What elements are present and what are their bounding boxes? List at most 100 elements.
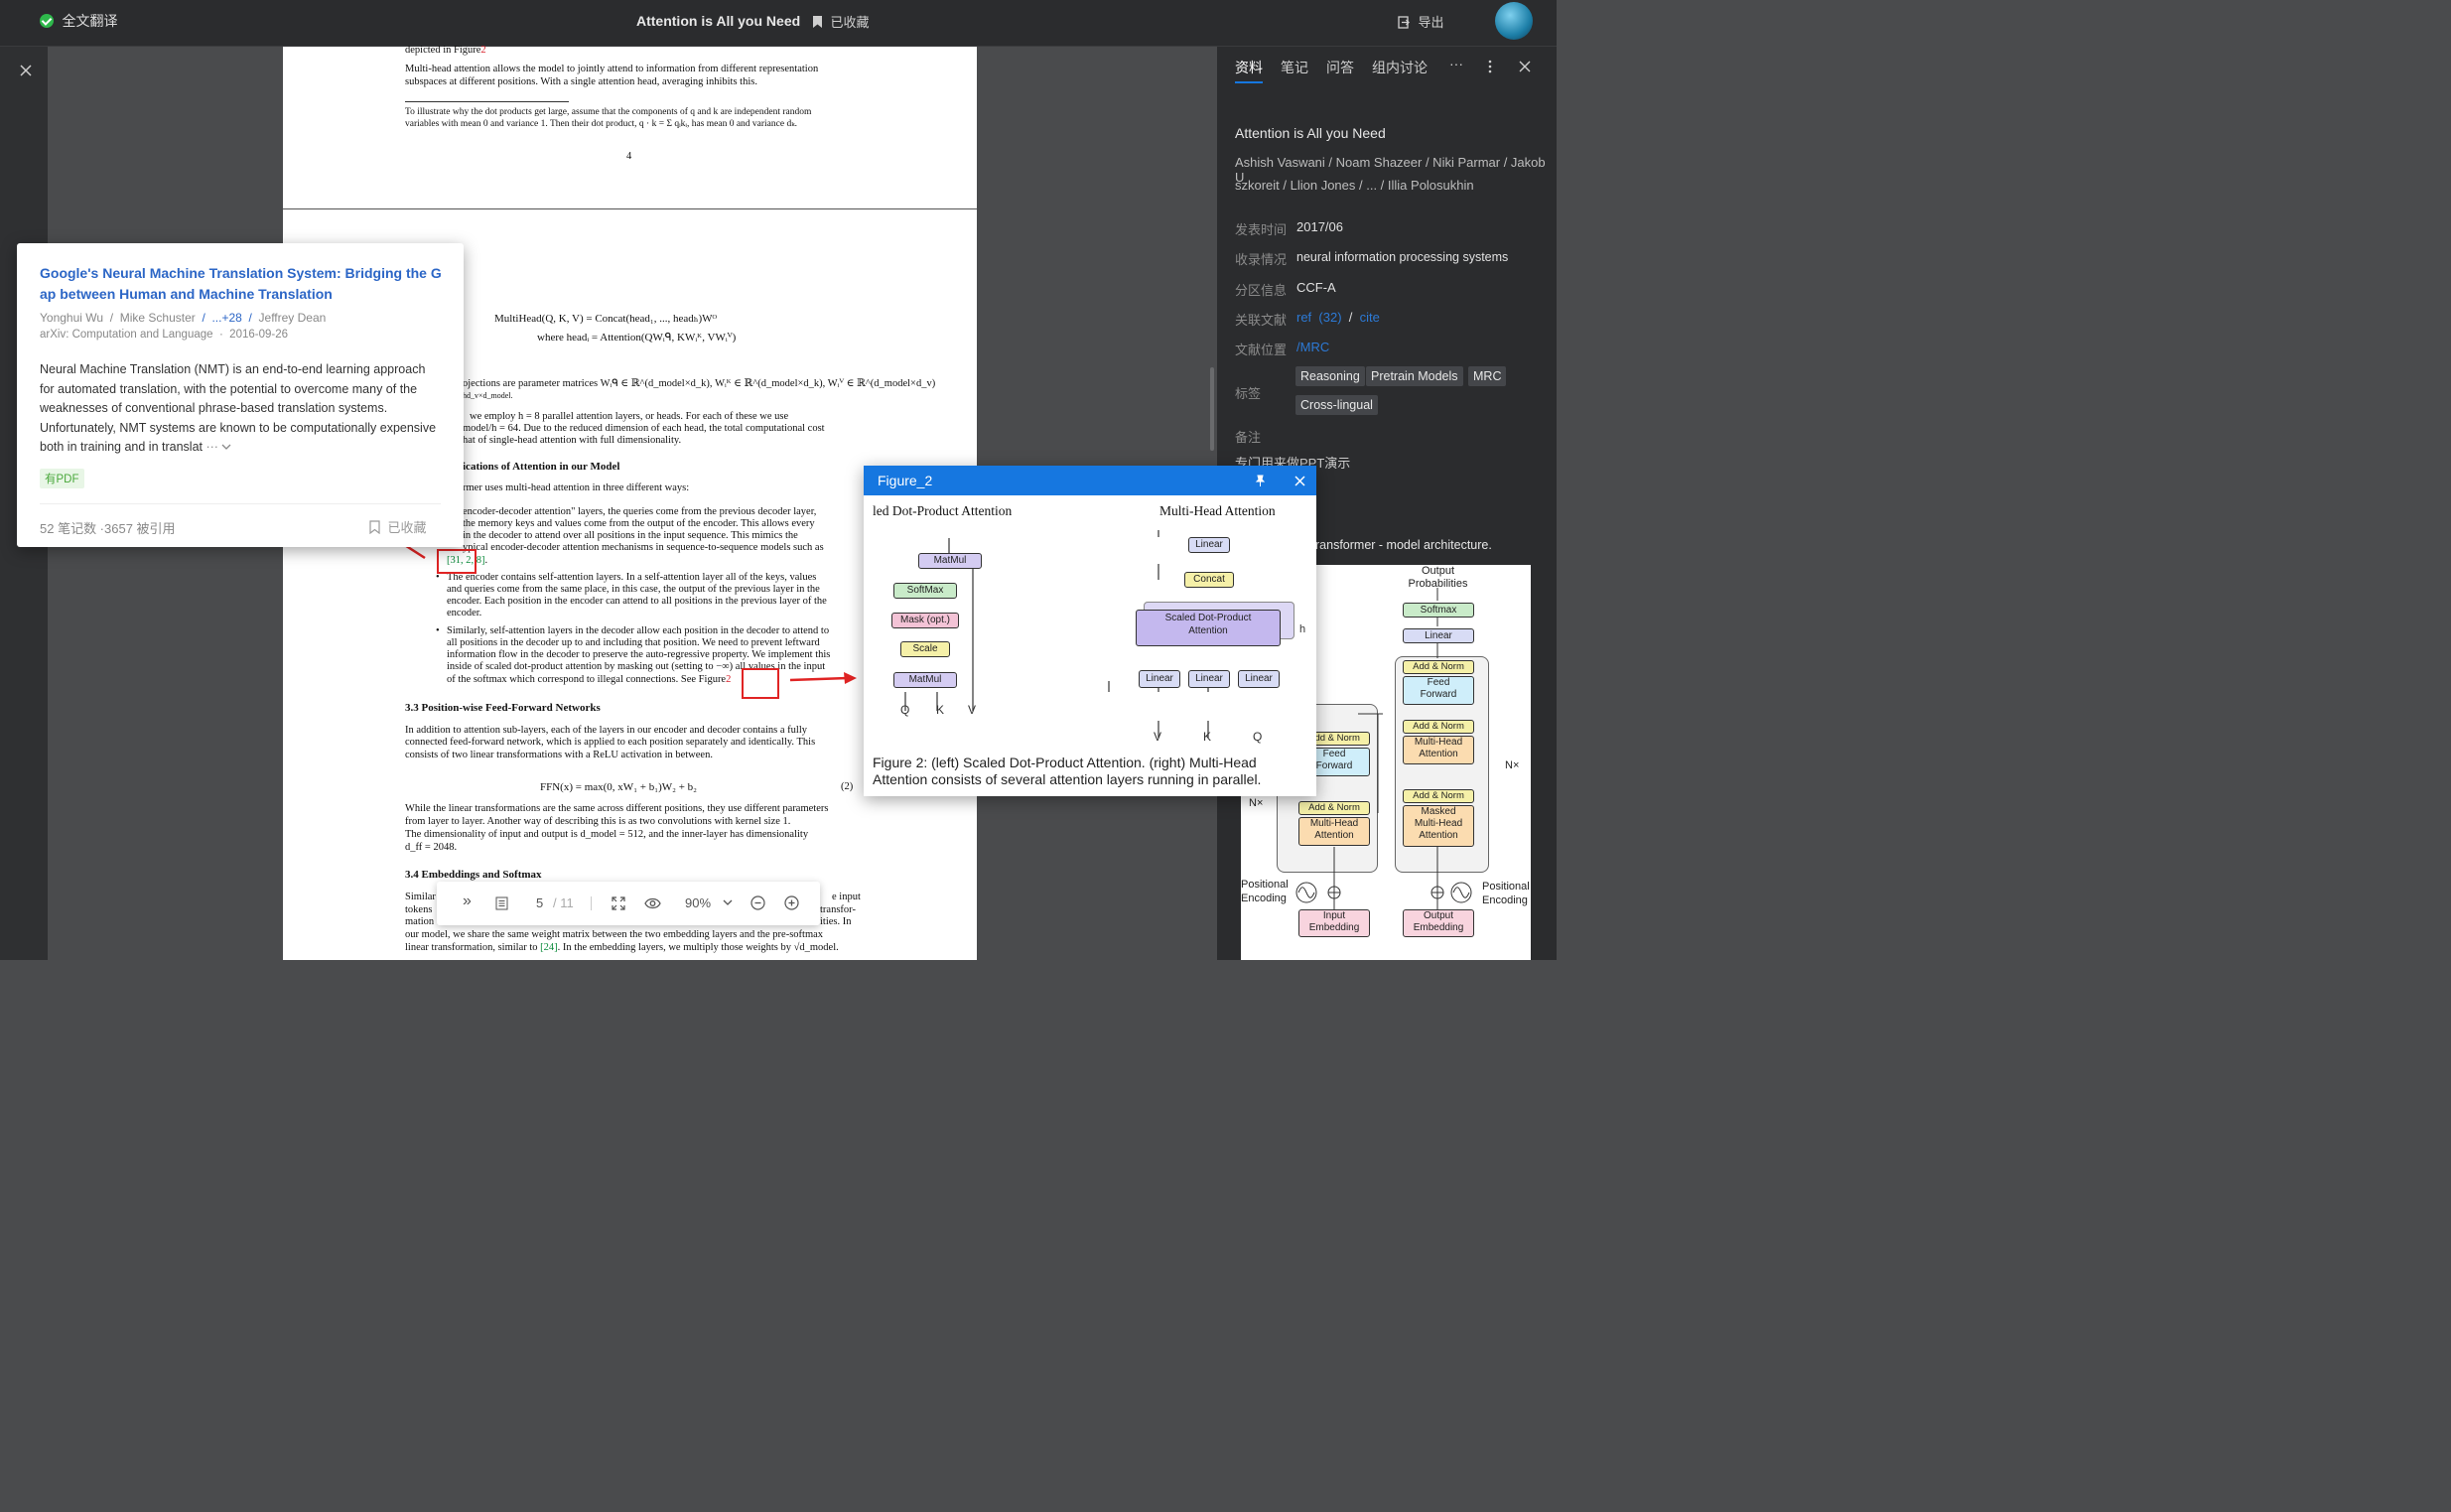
figure-caption: ransformer - model architecture.: [1315, 538, 1492, 552]
figure-ref-link[interactable]: 2: [480, 45, 485, 56]
field-label: 分区信息: [1235, 283, 1288, 298]
close-icon[interactable]: [1519, 61, 1531, 72]
paper-text: rmer uses multi-head attention in three …: [463, 482, 690, 493]
paper-text: transfor-: [820, 904, 856, 915]
zoom-out-icon[interactable]: [750, 895, 765, 910]
tab-info[interactable]: 资料: [1235, 58, 1263, 77]
eye-icon[interactable]: [644, 897, 661, 909]
tag-chip[interactable]: Cross-lingual: [1295, 395, 1378, 415]
field-label: 文献位置: [1235, 343, 1288, 357]
paper-authors: szkoreit / Llion Jones / ... / Illia Pol…: [1235, 178, 1474, 193]
paper-text: d_ff = 2048.: [405, 842, 458, 853]
paper-text: e input: [832, 892, 861, 902]
softmax-block: SoftMax: [893, 583, 957, 599]
paper-text: . In the embedding layers, we multiply t…: [557, 942, 839, 953]
reference-popup: Google's Neural Machine Translation Syst…: [17, 243, 464, 547]
v-label: V: [968, 703, 977, 717]
more-authors-link[interactable]: ...+28: [211, 311, 241, 325]
tag-chip[interactable]: Pretrain Models: [1366, 366, 1463, 386]
pub-date-value: 2017/06: [1296, 219, 1343, 234]
h-label: h: [1299, 623, 1306, 635]
reference-venue: arXiv: Computation and Language · 2016-0…: [40, 329, 288, 341]
figure-caption: Figure 2: (left) Scaled Dot-Product Atte…: [873, 755, 1262, 787]
close-icon[interactable]: [20, 65, 32, 76]
citation-link[interactable]: [24]: [540, 942, 558, 953]
field-label: 收录情况: [1235, 252, 1288, 267]
tag-chip[interactable]: Reasoning: [1295, 366, 1365, 386]
paper-text: linear transformation, similar to: [405, 942, 541, 953]
linear-block: Linear: [1238, 670, 1280, 688]
reference-stats: 52 笔记数 ·3657 被引用: [40, 521, 176, 536]
footnote-text: To illustrate why the dot products get l…: [405, 107, 812, 117]
translate-button[interactable]: 全文翻译: [40, 13, 117, 33]
mask-block: Mask (opt.): [891, 613, 959, 628]
scale-block: Scale: [900, 641, 950, 657]
check-circle-icon: [40, 14, 54, 28]
pdf-badge: 有PDF: [40, 469, 84, 488]
k-label: K: [936, 703, 945, 717]
paper-text: our model, we share the same weight matr…: [405, 929, 824, 940]
equation-number: (2): [841, 781, 854, 792]
document-title: Attention is All you Need: [636, 13, 801, 29]
pdf-toolbar: » 5 / 11 90%: [437, 882, 820, 925]
top-bar: 全文翻译 Attention is All you Need 已收藏 导出: [0, 0, 1557, 47]
divider: [591, 896, 592, 910]
paper-text: In addition to attention sub-layers, eac…: [405, 725, 807, 736]
reference-title-link[interactable]: Google's Neural Machine Translation Syst…: [40, 263, 445, 305]
tab-qa[interactable]: 问答: [1326, 58, 1354, 77]
chevron-down-icon[interactable]: [221, 444, 231, 451]
paper-text: While the linear transformations are the…: [405, 803, 829, 814]
related-refs: ref (32) / cite: [1296, 310, 1380, 325]
k-label: K: [1203, 730, 1212, 744]
paper-text: ities. In: [820, 916, 852, 927]
matmul-block: MatMul: [918, 553, 982, 569]
tab-group-discussion[interactable]: 组内讨论: [1372, 58, 1428, 77]
ref-count[interactable]: (32): [1318, 310, 1341, 325]
bookmark-icon: [369, 520, 380, 535]
section-heading: ications of Attention in our Model: [463, 461, 620, 473]
rank-value: CCF-A: [1296, 280, 1336, 295]
vertical-dots-icon[interactable]: [1487, 60, 1493, 73]
cite-link[interactable]: cite: [1360, 310, 1380, 325]
author-name[interactable]: Jeffrey Dean: [259, 311, 327, 325]
paper-text: model/h = 64. Due to the reduced dimensi…: [463, 423, 825, 434]
popup-collect-button[interactable]: 已收藏: [369, 517, 426, 537]
expand-ellipsis[interactable]: ···: [205, 440, 218, 454]
collect-toggle[interactable]: 已收藏: [812, 12, 869, 32]
location-link[interactable]: /MRC: [1296, 340, 1329, 354]
avatar[interactable]: [1495, 2, 1533, 40]
author-name[interactable]: Yonghui Wu: [40, 311, 103, 325]
tag-chip[interactable]: MRC: [1468, 366, 1507, 386]
input-embedding-block: Input Embedding: [1298, 909, 1370, 937]
bookmark-icon: [813, 16, 822, 28]
paper-text: mation: [405, 916, 435, 927]
close-icon[interactable]: [1294, 476, 1305, 486]
scrollbar[interactable]: [1210, 367, 1214, 451]
q-label: Q: [1253, 730, 1263, 744]
fullscreen-icon[interactable]: [612, 896, 625, 910]
figure-dialog-title: Figure_2: [878, 473, 933, 488]
export-button[interactable]: 导出: [1398, 12, 1443, 32]
zoom-level[interactable]: 90%: [685, 895, 711, 910]
export-label: 导出: [1418, 15, 1444, 30]
field-label: 标签: [1235, 386, 1262, 401]
author-name[interactable]: Mike Schuster: [120, 311, 196, 325]
page-current[interactable]: 5: [536, 895, 543, 910]
tab-notes[interactable]: 笔记: [1281, 58, 1308, 77]
divider: [40, 503, 441, 504]
paper-text: consists of two linear transformations w…: [405, 750, 713, 760]
figure-dialog-header[interactable]: Figure_2: [864, 466, 1316, 495]
export-icon: [1398, 16, 1410, 29]
more-tabs-button[interactable]: ···: [1449, 56, 1463, 71]
zoom-in-icon[interactable]: [784, 895, 799, 910]
paper-text: Similar: [405, 892, 436, 902]
paper-text: we employ h = 8 parallel attention layer…: [470, 411, 789, 422]
matmul-block: MatMul: [893, 672, 957, 688]
linear-block: Linear: [1188, 537, 1230, 553]
pin-icon[interactable]: [1254, 475, 1266, 486]
outline-icon[interactable]: [495, 896, 508, 910]
ref-link[interactable]: ref: [1296, 310, 1311, 325]
equation-ffn: FFN(x) = max(0, xW₁ + b₁)W₂ + b₂: [540, 781, 697, 793]
double-chevron-icon[interactable]: »: [463, 893, 472, 910]
chevron-down-icon[interactable]: [723, 899, 733, 906]
